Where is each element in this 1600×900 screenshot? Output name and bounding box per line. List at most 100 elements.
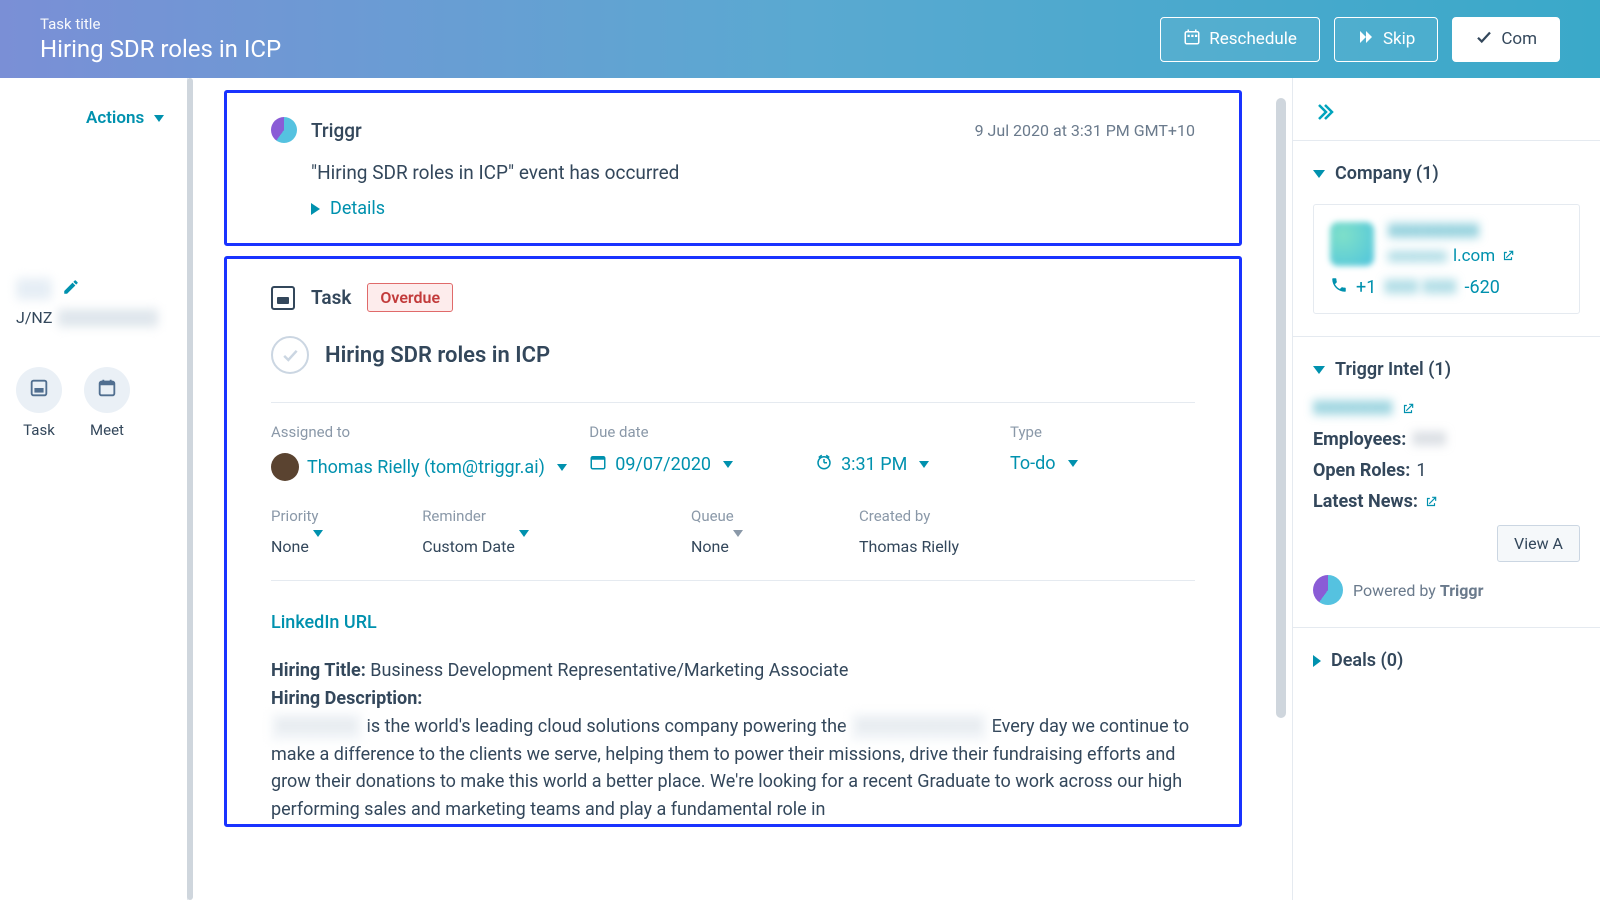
due-date-dropdown[interactable]: 09/07/2020 — [589, 453, 805, 476]
chevron-down-icon — [723, 461, 733, 468]
task-title-block: Task title Hiring SDR roles in ICP — [40, 15, 1146, 63]
type-dropdown[interactable]: To-do — [1010, 453, 1195, 474]
overdue-badge: Overdue — [367, 283, 453, 312]
external-link-icon[interactable] — [1424, 495, 1438, 509]
company-phone-link[interactable]: +1 XXX XXX-620 — [1330, 276, 1563, 299]
event-source: Triggr — [311, 119, 362, 142]
phone-icon — [1330, 276, 1348, 299]
assigned-to-value: Thomas Rielly (tom@triggr.ai) — [307, 457, 545, 478]
assigned-to-dropdown[interactable]: Thomas Rielly (tom@triggr.ai) — [271, 453, 579, 481]
event-details-toggle[interactable]: Details — [311, 198, 1195, 219]
triggr-intel-toggle[interactable]: Triggr Intel (1) — [1313, 359, 1580, 380]
priority-dropdown[interactable]: None — [271, 537, 422, 556]
check-icon — [1475, 28, 1493, 51]
complete-label: Com — [1501, 29, 1537, 49]
hiring-title-label: Hiring Title: — [271, 660, 366, 681]
complete-task-checkbox[interactable] — [271, 336, 309, 374]
event-card: Triggr 9 Jul 2020 at 3:31 PM GMT+10 "Hir… — [224, 90, 1242, 246]
scrollbar[interactable] — [1276, 98, 1286, 718]
event-timestamp: 9 Jul 2020 at 3:31 PM GMT+10 — [975, 121, 1195, 140]
chevron-down-icon — [919, 461, 929, 468]
chevron-right-icon — [311, 203, 320, 215]
chevron-right-icon — [1313, 655, 1321, 667]
calendar-icon — [589, 453, 607, 476]
activity-timeline: Triggr 9 Jul 2020 at 3:31 PM GMT+10 "Hir… — [188, 78, 1292, 900]
chevron-down-icon — [733, 530, 743, 556]
hiring-desc-label: Hiring Description: — [271, 688, 422, 709]
redacted-text: XXXXXXXXXXX — [851, 713, 987, 741]
reschedule-button[interactable]: Reschedule — [1160, 17, 1320, 62]
employees-value: XXX — [1412, 429, 1446, 450]
event-description: "Hiring SDR roles in ICP" event has occu… — [311, 161, 1195, 184]
skip-forward-icon — [1357, 28, 1375, 51]
type-label: Type — [1010, 423, 1195, 441]
task-name[interactable]: Hiring SDR roles in ICP — [325, 343, 550, 368]
region-label: J/NZ — [16, 308, 171, 327]
task-icon — [271, 286, 295, 310]
skip-button[interactable]: Skip — [1334, 17, 1438, 62]
new-meeting-button[interactable]: Meet — [84, 367, 130, 439]
redacted-link[interactable]: XXXXXXX — [1313, 398, 1393, 419]
clock-icon — [815, 453, 833, 476]
priority-value: None — [271, 537, 309, 556]
triggr-intel-section: Triggr Intel (1) XXXXXXX Employees: XXX … — [1293, 336, 1600, 627]
task-title: Hiring SDR roles in ICP — [40, 35, 1146, 63]
due-time-dropdown[interactable]: 3:31 PM — [815, 453, 1000, 476]
type-value: To-do — [1010, 453, 1056, 474]
redacted-text — [58, 309, 158, 327]
edit-button[interactable] — [62, 278, 80, 300]
hiring-desc-text: XXXXXXX is the world's leading cloud sol… — [271, 713, 1195, 825]
company-section-title: Company (1) — [1335, 163, 1439, 184]
createdby-value: Thomas Rielly — [859, 537, 1195, 556]
calendar-icon — [96, 377, 118, 403]
company-section-toggle[interactable]: Company (1) — [1313, 163, 1580, 184]
collapse-sidebar-button[interactable] — [1293, 78, 1600, 140]
deals-title: Deals (0) — [1331, 650, 1403, 671]
task-section-label: Task — [311, 286, 351, 309]
chevron-down-icon — [557, 464, 567, 471]
region-prefix: J/NZ — [16, 308, 52, 327]
queue-value: None — [691, 537, 729, 556]
latestnews-label: Latest News: — [1313, 491, 1418, 512]
task-card: Task Overdue Hiring SDR roles in ICP Ass… — [224, 256, 1242, 827]
openroles-value: 1 — [1416, 460, 1426, 481]
right-sidebar: Company (1) XXXXXXXX xxxxxxxl.com +1 — [1292, 78, 1600, 900]
priority-label: Priority — [271, 507, 422, 525]
reminder-label: Reminder — [422, 507, 691, 525]
chevron-down-icon — [1313, 366, 1325, 374]
new-task-button[interactable]: Task — [16, 367, 62, 439]
view-button[interactable]: View A — [1497, 525, 1580, 562]
due-time-value: 3:31 PM — [841, 454, 907, 475]
company-name-link[interactable]: XXXXXXXX — [1388, 221, 1515, 242]
createdby-label: Created by — [859, 507, 1195, 525]
queue-dropdown[interactable]: None — [691, 537, 859, 556]
triggr-logo-icon — [1313, 575, 1343, 605]
chevron-down-icon — [1313, 170, 1325, 178]
new-task-label: Task — [23, 421, 55, 439]
task-icon — [28, 377, 50, 403]
due-date-label: Due date — [589, 423, 805, 441]
left-sidebar: Actions J/NZ Task Meet — [0, 78, 188, 900]
company-card: XXXXXXXX xxxxxxxl.com +1 XXX XXX-620 — [1313, 204, 1580, 314]
new-meeting-label: Meet — [90, 421, 124, 439]
complete-button[interactable]: Com — [1452, 17, 1560, 62]
redacted-text: XXXXXXX — [271, 713, 362, 741]
linkedin-link[interactable]: LinkedIn URL — [271, 612, 377, 633]
reschedule-label: Reschedule — [1209, 29, 1297, 49]
details-label: Details — [330, 198, 385, 219]
external-link-icon — [1401, 402, 1415, 416]
company-logo — [1330, 222, 1374, 266]
triggr-logo-icon — [271, 117, 297, 143]
company-domain-link[interactable]: xxxxxxxl.com — [1388, 246, 1515, 266]
employees-label: Employees: — [1313, 429, 1406, 450]
reminder-dropdown[interactable]: Custom Date — [422, 537, 691, 556]
deals-section-toggle[interactable]: Deals (0) — [1313, 650, 1580, 671]
avatar — [271, 453, 299, 481]
powered-by: Powered by Triggr — [1313, 575, 1580, 605]
actions-dropdown[interactable]: Actions — [86, 108, 164, 128]
due-date-value: 09/07/2020 — [615, 454, 711, 475]
triggr-intel-title: Triggr Intel (1) — [1335, 359, 1451, 380]
external-link-icon — [1501, 249, 1515, 263]
task-title-label: Task title — [40, 15, 1146, 33]
chevron-down-icon — [313, 530, 323, 556]
